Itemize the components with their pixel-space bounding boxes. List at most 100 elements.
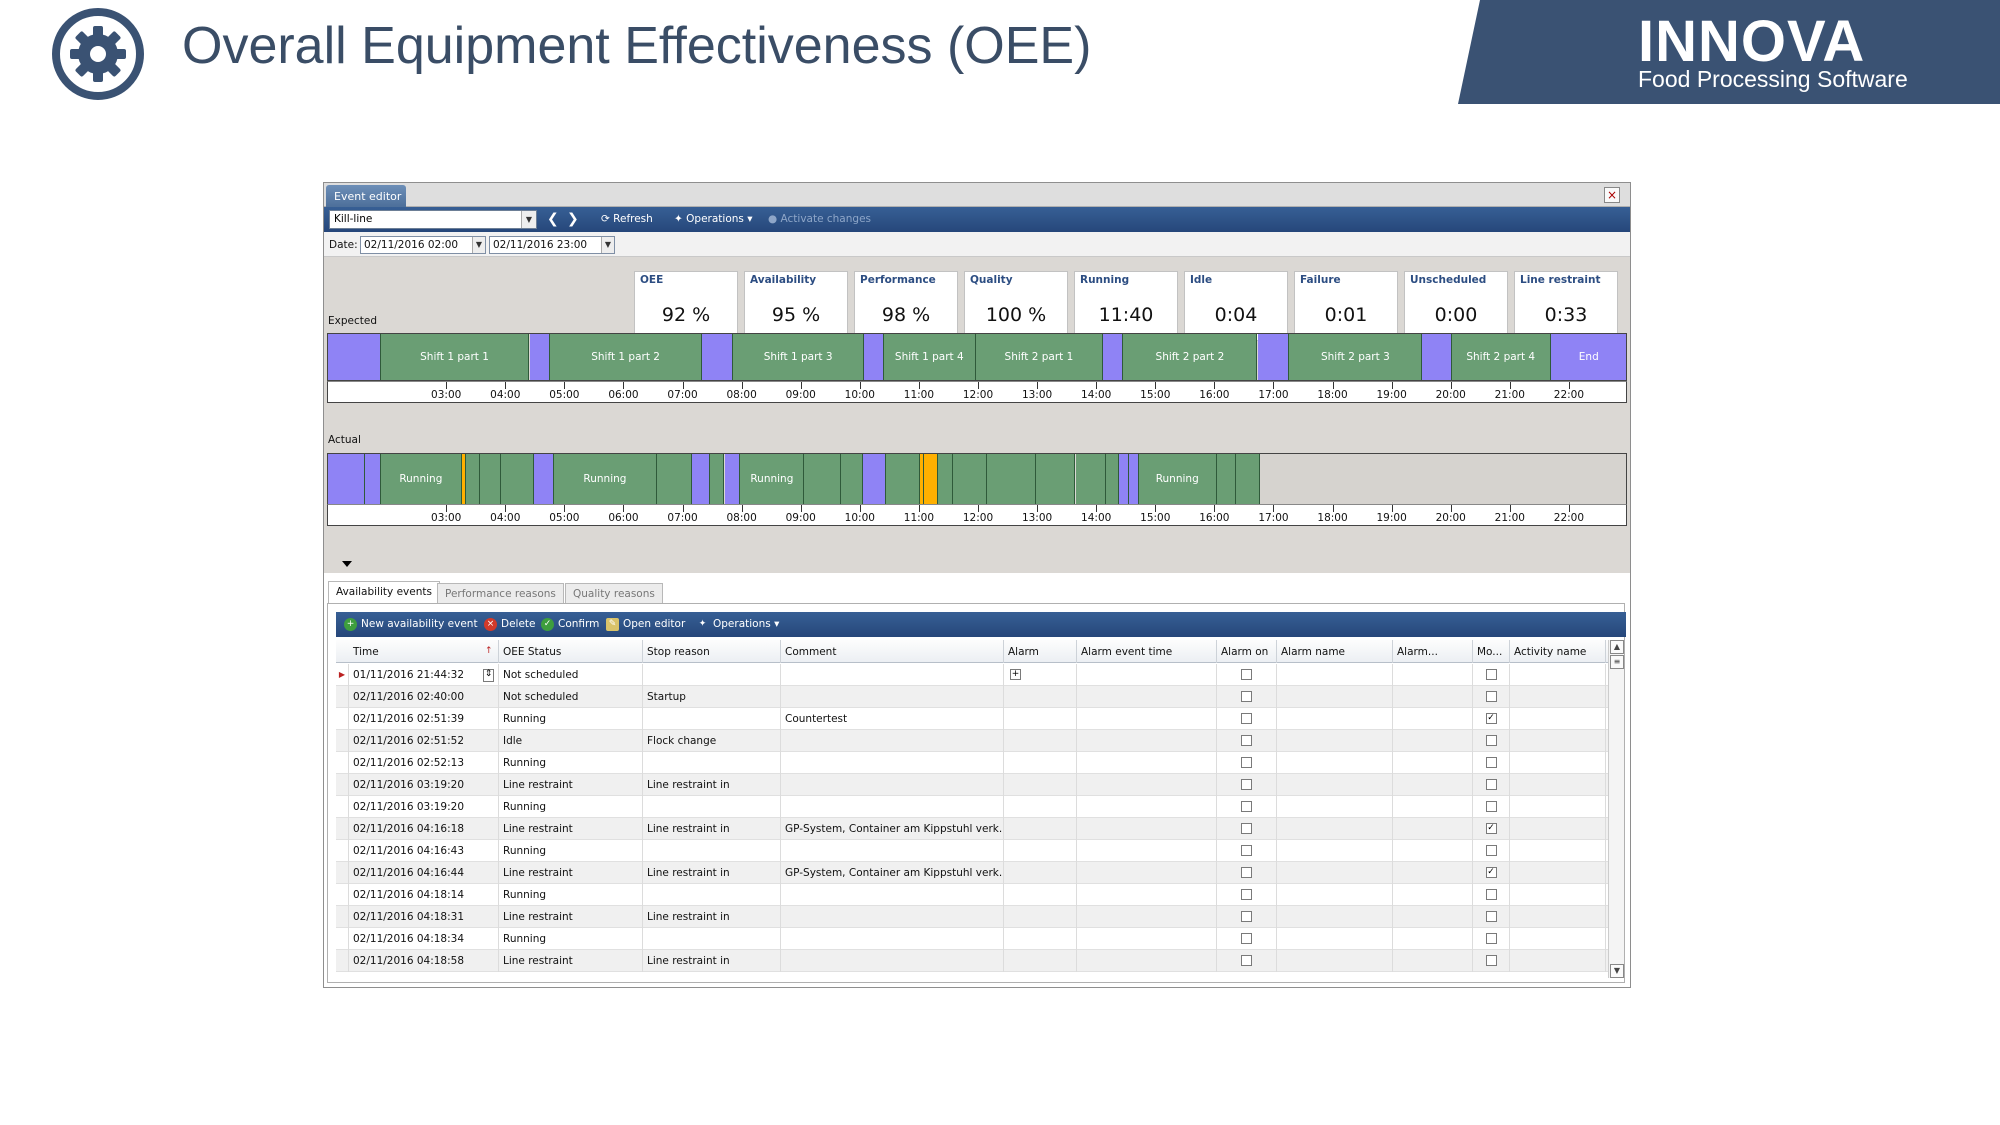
alarm-on-checkbox[interactable] — [1241, 757, 1252, 768]
col-alarm-event-time-cell[interactable] — [1077, 862, 1217, 884]
delete-button[interactable]: × Delete — [484, 616, 536, 633]
mo-checkbox[interactable]: ✓ — [1485, 823, 1497, 834]
chevron-down-icon[interactable]: ▼ — [521, 211, 536, 228]
actual-segment[interactable] — [501, 454, 534, 504]
col-alarm-name-cell[interactable] — [1277, 664, 1393, 686]
alarm-on-checkbox[interactable] — [1241, 845, 1252, 856]
col-alarm-cell[interactable] — [1004, 708, 1077, 730]
mo-checkbox[interactable] — [1485, 779, 1497, 790]
col-time-cell[interactable]: 02/11/2016 02:51:52 — [349, 730, 499, 752]
col-activity-name-cell[interactable] — [1510, 730, 1606, 752]
col-alarm-cell[interactable] — [1004, 906, 1077, 928]
col-comment-cell[interactable]: Countertest — [781, 708, 1004, 730]
col-comment-cell[interactable] — [781, 840, 1004, 862]
col-oee-status-cell[interactable]: Not scheduled — [499, 686, 643, 708]
expected-segment[interactable] — [702, 334, 734, 380]
col-activity-name-cell[interactable] — [1510, 950, 1606, 972]
actual-segment[interactable] — [1216, 454, 1236, 504]
col-oee-status-cell[interactable]: Not scheduled — [499, 664, 643, 686]
actual-segment[interactable] — [1106, 454, 1119, 504]
col-time-cell[interactable]: 02/11/2016 03:19:20 — [349, 796, 499, 818]
forward-arrow-icon[interactable]: ❯ — [567, 211, 579, 228]
col-alarm-event-time-cell[interactable] — [1077, 818, 1217, 840]
actual-segment[interactable] — [804, 454, 841, 504]
expected-segment[interactable]: Shift 1 part 3 — [733, 334, 864, 380]
col-comment-cell[interactable] — [781, 950, 1004, 972]
col-stop-reason-cell[interactable]: Line restraint in — [643, 862, 781, 884]
col-stop-reason-cell[interactable] — [643, 664, 781, 686]
mo-checkbox[interactable] — [1485, 845, 1497, 856]
col-stop-reason-cell[interactable] — [643, 884, 781, 906]
col-alarm-event-time-cell[interactable] — [1077, 906, 1217, 928]
tab-performance-reasons[interactable]: Performance reasons — [437, 583, 564, 603]
col-comment-cell[interactable] — [781, 796, 1004, 818]
col-oee-status-cell[interactable]: Running — [499, 752, 643, 774]
date-from-field[interactable]: 02/11/2016 02:00 ▼ — [360, 236, 486, 254]
col-oee-status-header[interactable]: OEE Status — [499, 640, 643, 663]
col-time-cell[interactable]: 02/11/2016 03:19:20 — [349, 774, 499, 796]
col-activity-name-cell[interactable] — [1510, 796, 1606, 818]
grid-operations-button[interactable]: ✦ Operations ▾ — [696, 616, 780, 633]
col-alarm-name-cell[interactable] — [1277, 906, 1393, 928]
col-alarm-more-cell[interactable] — [1393, 774, 1473, 796]
actual-segment[interactable] — [1075, 454, 1107, 504]
col-alarm-more-cell[interactable] — [1393, 906, 1473, 928]
col-comment-cell[interactable] — [781, 752, 1004, 774]
col-activity-name-cell[interactable] — [1510, 906, 1606, 928]
alarm-on-checkbox[interactable] — [1241, 713, 1252, 724]
alarm-on-checkbox[interactable] — [1241, 801, 1252, 812]
col-alarm-more-cell[interactable] — [1393, 686, 1473, 708]
actual-segment[interactable] — [1260, 454, 1626, 504]
col-alarm-name-cell[interactable] — [1277, 862, 1393, 884]
col-alarm-more-cell[interactable] — [1393, 950, 1473, 972]
col-alarm-cell[interactable] — [1004, 818, 1077, 840]
col-time-cell[interactable]: 01/11/2016 21:44:32 — [349, 664, 499, 686]
col-comment-cell[interactable] — [781, 884, 1004, 906]
current-time-marker[interactable] — [342, 561, 352, 567]
col-oee-status-cell[interactable]: Line restraint — [499, 906, 643, 928]
col-alarm-on-header[interactable]: Alarm on — [1217, 640, 1277, 663]
col-comment-cell[interactable] — [781, 664, 1004, 686]
expected-segment[interactable]: Shift 2 part 4 — [1451, 334, 1551, 380]
actual-segment[interactable] — [1129, 454, 1139, 504]
actual-segment[interactable] — [692, 454, 710, 504]
col-alarm-event-time-cell[interactable] — [1077, 796, 1217, 818]
expected-segment[interactable]: Shift 2 part 3 — [1289, 334, 1423, 380]
table-row[interactable]: 02/11/2016 02:51:52 Idle Flock change — [336, 730, 1608, 752]
expand-icon[interactable]: + — [1010, 669, 1021, 680]
mo-checkbox[interactable] — [1485, 955, 1497, 966]
expected-segment[interactable]: Shift 2 part 1 — [975, 334, 1104, 380]
col-alarm-event-time-header[interactable]: Alarm event time — [1077, 640, 1217, 663]
expected-segment[interactable]: Shift 1 part 2 — [550, 334, 703, 380]
table-row[interactable]: 02/11/2016 02:51:39 Running Countertest ✓ — [336, 708, 1608, 730]
tab-availability-events[interactable]: Availability events — [328, 581, 440, 603]
alarm-on-checkbox[interactable] — [1241, 669, 1252, 680]
table-row[interactable]: 02/11/2016 03:19:20 Line restraint Line re… — [336, 774, 1608, 796]
col-alarm-cell[interactable] — [1004, 862, 1077, 884]
col-alarm-event-time-cell[interactable] — [1077, 664, 1217, 686]
scroll-up-icon[interactable]: ▲ — [1610, 640, 1624, 654]
alarm-on-checkbox[interactable] — [1241, 933, 1252, 944]
mo-checkbox[interactable]: ✓ — [1485, 867, 1497, 878]
open-editor-button[interactable]: ✎ Open editor — [606, 616, 685, 633]
expected-segment[interactable] — [1257, 334, 1290, 380]
col-stop-reason-cell[interactable]: Flock change — [643, 730, 781, 752]
col-activity-name-cell[interactable] — [1510, 686, 1606, 708]
operations-button[interactable]: ✦ Operations ▾ — [674, 211, 753, 228]
col-stop-reason-cell[interactable] — [643, 752, 781, 774]
scroll-thumb[interactable]: ≡ — [1610, 655, 1624, 669]
col-alarm-more-cell[interactable] — [1393, 752, 1473, 774]
mo-checkbox[interactable] — [1485, 801, 1497, 812]
col-stop-reason-cell[interactable] — [643, 928, 781, 950]
col-alarm-name-cell[interactable] — [1277, 774, 1393, 796]
actual-segment[interactable] — [986, 454, 1036, 504]
col-alarm-header[interactable]: Alarm — [1004, 640, 1077, 663]
actual-segment[interactable] — [480, 454, 502, 504]
actual-segment[interactable] — [365, 454, 381, 504]
alarm-on-checkbox[interactable] — [1241, 779, 1252, 790]
expected-segment[interactable] — [328, 334, 381, 380]
actual-segment[interactable] — [862, 454, 886, 504]
actual-segment[interactable] — [1235, 454, 1261, 504]
col-stop-reason-cell[interactable]: Line restraint in — [643, 950, 781, 972]
time-spinner-icon[interactable]: ⇕ — [483, 669, 494, 682]
